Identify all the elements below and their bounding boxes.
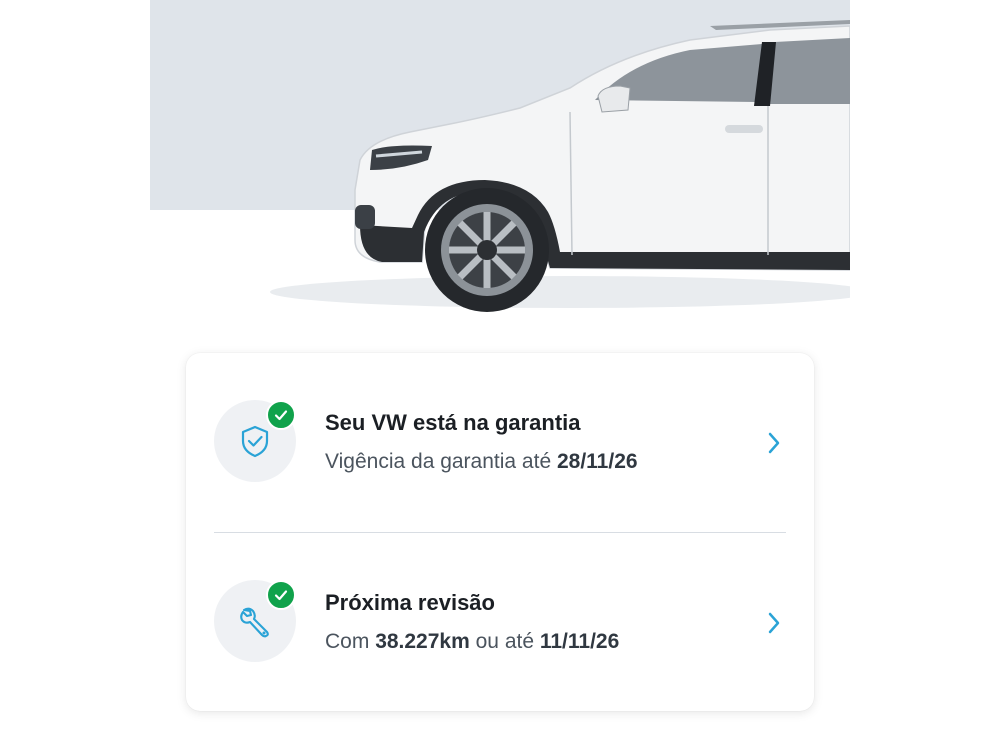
chevron-right-icon[interactable] xyxy=(764,428,784,458)
vehicle-illustration xyxy=(270,20,850,312)
next-service-date: 11/11/26 xyxy=(539,630,620,653)
warranty-title: Seu VW está na garantia xyxy=(325,410,581,435)
wrench-icon xyxy=(240,607,269,638)
warranty-status-row[interactable]: Seu VW está na garantia Vigência da gara… xyxy=(186,378,814,508)
next-service-title: Próxima revisão xyxy=(325,590,495,615)
warranty-subtitle: Vigência da garantia até 28/11/26 xyxy=(325,450,638,474)
warranty-end-date: 28/11/26 xyxy=(556,450,638,473)
vehicle-status-card: Seu VW está na garantia Vigência da gara… xyxy=(186,353,814,711)
next-service-km: 38.227km xyxy=(375,630,470,653)
shield-check-icon xyxy=(241,425,269,458)
divider xyxy=(214,532,786,533)
next-service-subtitle: Com 38.227km ou até 11/11/26 xyxy=(325,630,619,654)
chevron-right-icon[interactable] xyxy=(764,608,784,638)
vehicle-hero-image xyxy=(150,0,850,315)
next-service-subtitle-prefix: Com xyxy=(325,630,370,653)
check-icon xyxy=(266,580,296,610)
warranty-subtitle-prefix: Vigência da garantia até xyxy=(325,450,552,473)
next-service-row[interactable]: Próxima revisão Com 38.227km ou até 11/1… xyxy=(186,558,814,688)
next-service-subtitle-middle: ou até xyxy=(475,630,535,653)
check-icon xyxy=(266,400,296,430)
